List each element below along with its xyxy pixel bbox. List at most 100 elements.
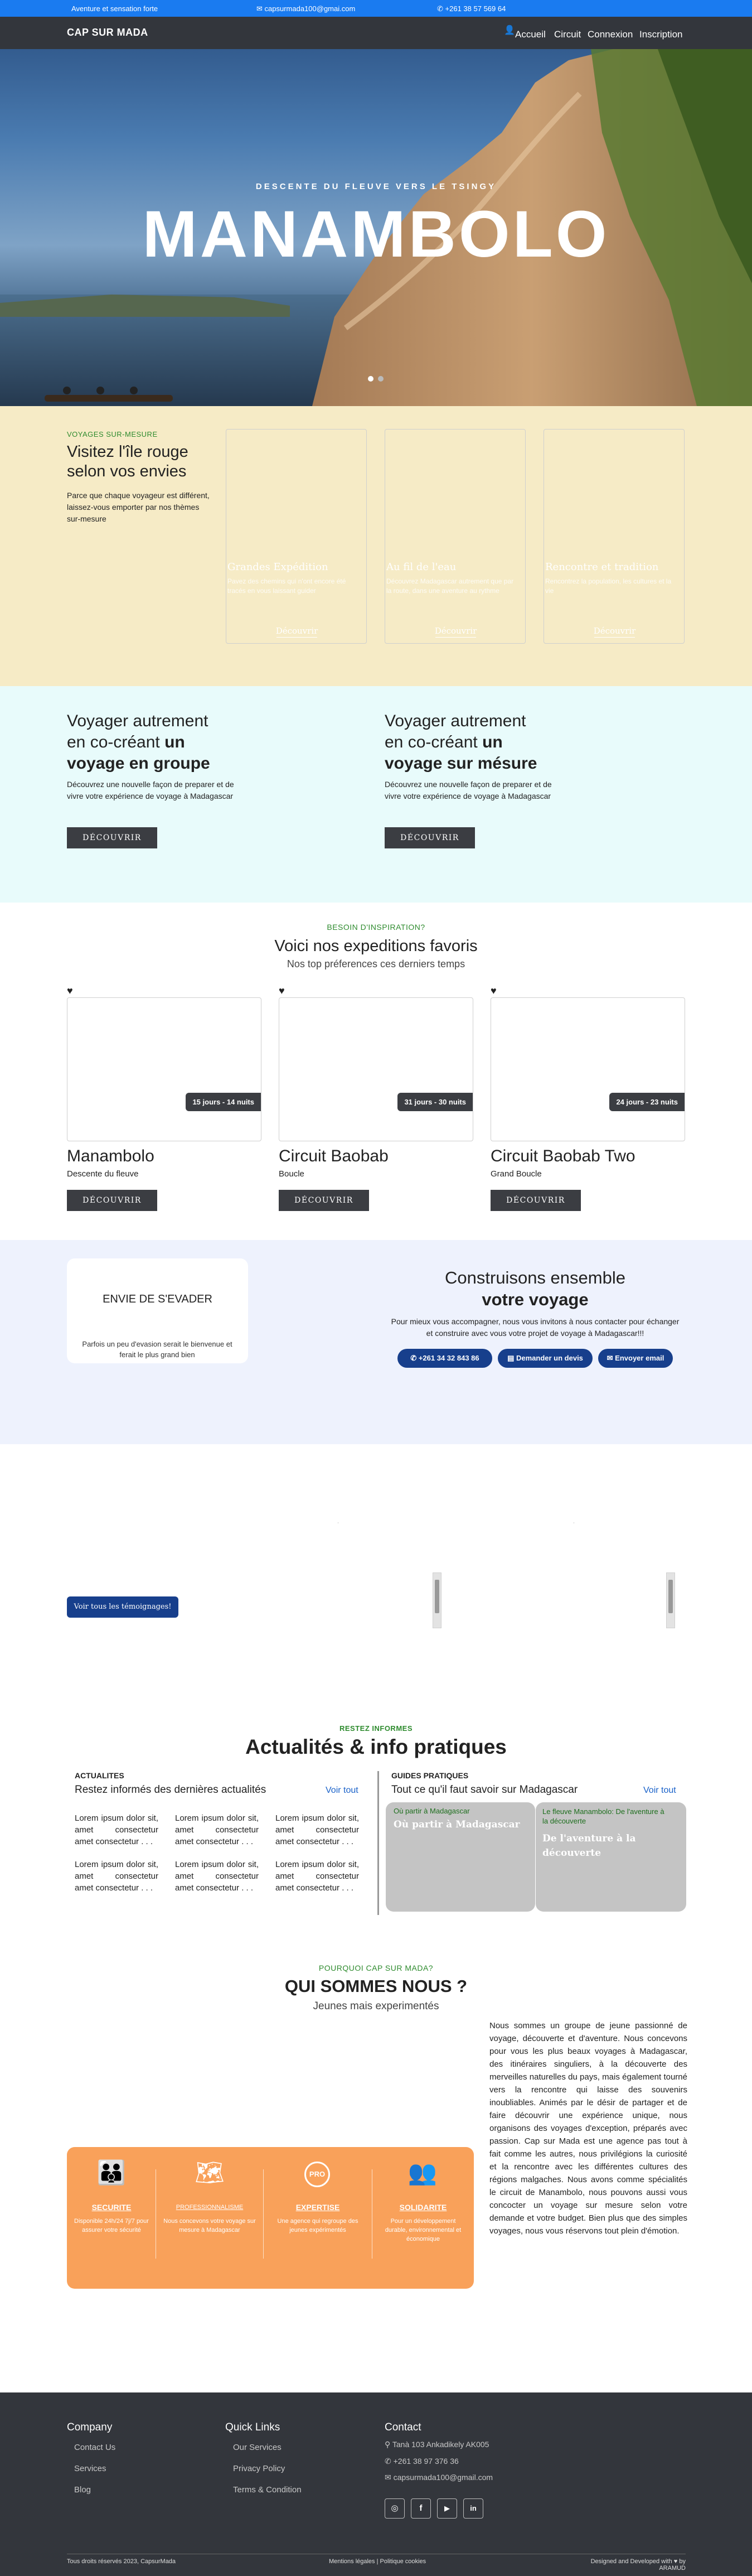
feature-text: Nous concevons votre voyage sur mesure à… [163, 2218, 256, 2234]
themes-section: VOYAGES SUR-MESURE Visitez l'île rouge s… [0, 406, 752, 686]
guide-title: De l'aventure à la découverte [542, 1833, 636, 1859]
footer-company-title: Company [67, 2421, 113, 2433]
travel-line3: voyage sur mésure [385, 754, 537, 773]
footer: Company Contact Us Services Blog Quick L… [0, 2392, 752, 2576]
footer-phone: ✆ +261 38 97 376 36 [385, 2457, 459, 2466]
testimonial-scrollbar[interactable] [666, 1572, 675, 1628]
youtube-icon[interactable]: ▶ [437, 2498, 457, 2519]
news-item[interactable]: Lorem ipsum dolor sit, amet consectetur … [75, 1859, 158, 1894]
testimonial-placeholder [574, 1522, 625, 1523]
phone-info[interactable]: ✆ +261 38 57 569 64 [437, 4, 506, 13]
slider-dot-2[interactable] [378, 376, 384, 382]
linkedin-icon[interactable]: in [463, 2498, 483, 2519]
theme-card-button[interactable]: Découvrir [544, 626, 685, 636]
testimonial-scrollbar[interactable] [433, 1572, 442, 1628]
copyright: Tous droits réservés 2023, CapsurMada [67, 2558, 176, 2565]
guide-title: Où partir à Madagascar [394, 1819, 520, 1830]
hero-subtitle: DESCENTE DU FLEUVE VERS LE TSINGY [255, 182, 497, 191]
favorite-heart-icon[interactable]: ♥ [67, 985, 73, 997]
themes-description: Parce que chaque voyageur est différent,… [67, 491, 210, 523]
news-item[interactable]: Lorem ipsum dolor sit, amet consectetur … [175, 1859, 259, 1894]
about-subtitle: Jeunes mais experimentés [313, 2000, 439, 2012]
footer-link[interactable]: Our Services [233, 2443, 282, 2452]
news-item[interactable]: Lorem ipsum dolor sit, amet consectetur … [275, 1859, 359, 1894]
theme-card-button[interactable]: Découvrir [226, 626, 367, 636]
news-item[interactable]: Lorem ipsum dolor sit, amet consectetur … [275, 1812, 359, 1847]
duration-badge: 24 jours - 23 nuits [609, 1093, 685, 1111]
news-view-all-link[interactable]: Voir tout [326, 1786, 358, 1796]
guide-tag: Le fleuve Manambolo: De l'aventure à la … [542, 1807, 664, 1825]
slider-dot-1[interactable] [368, 376, 373, 382]
favorite-sub: Grand Boucle [491, 1169, 542, 1179]
travel-line2b: un [164, 733, 185, 751]
theme-card-text: Rencontrez la population, les cultures e… [545, 577, 672, 595]
favorite-card-2[interactable]: 31 jours - 30 nuits [279, 997, 473, 1141]
guide-card-1[interactable]: Où partir à Madagascar Où partir à Madag… [386, 1802, 535, 1912]
feature-title: SECURITE [91, 2203, 132, 2212]
scrollbar-thumb[interactable] [435, 1580, 439, 1613]
location-icon: ⚲ [385, 2440, 392, 2449]
phone-button-label: +261 34 32 843 86 [418, 1354, 479, 1362]
favorite-button[interactable]: DÉCOUVRIR [67, 1190, 157, 1211]
phone-icon: ✆ [385, 2457, 394, 2466]
scrollbar-thumb[interactable] [668, 1580, 673, 1613]
nav-accueil[interactable]: Accueil [515, 29, 546, 40]
testimonials-section: Voir tous les témoignages! [0, 1444, 752, 1678]
favorite-card-3[interactable]: 24 jours - 23 nuits [491, 997, 685, 1141]
nav-inscription[interactable]: Inscription [639, 29, 682, 40]
footer-link[interactable]: Blog [74, 2485, 91, 2495]
footer-link[interactable]: Privacy Policy [233, 2464, 285, 2473]
news-actualites-label: ACTUALITES [75, 1771, 124, 1780]
credit: Designed and Developed with ♥ by ARAMUD [590, 2558, 686, 2572]
travel-custom-button[interactable]: DÉCOUVRIR [385, 827, 475, 848]
footer-link[interactable]: Terms & Condition [233, 2485, 302, 2495]
phone-button[interactable]: ✆ +261 34 32 843 86 [397, 1349, 492, 1368]
travel-section: Voyager autrement en co-créant un voyage… [0, 686, 752, 903]
travel-group-button[interactable]: DÉCOUVRIR [67, 827, 157, 848]
email-button-label: Envoyer email [615, 1354, 664, 1362]
email-text: capsurmada100@gmail.com [393, 2473, 493, 2482]
travel-line2b: un [482, 733, 503, 751]
favorite-heart-icon[interactable]: ♥ [279, 985, 285, 997]
quote-button[interactable]: ▤ Demander un devis [498, 1349, 593, 1368]
favorite-button[interactable]: DÉCOUVRIR [279, 1190, 369, 1211]
news-item[interactable]: Lorem ipsum dolor sit, amet consectetur … [175, 1812, 259, 1847]
guide-card-2[interactable]: Le fleuve Manambolo: De l'aventure à la … [536, 1802, 686, 1912]
theme-card-button[interactable]: Découvrir [385, 626, 526, 636]
favorite-card-1[interactable]: 15 jours - 14 nuits [67, 997, 261, 1141]
favorite-button[interactable]: DÉCOUVRIR [491, 1190, 581, 1211]
build-title2: votre voyage [482, 1290, 589, 1309]
email-info[interactable]: ✉ capsurmada100@gmai.com [256, 4, 355, 13]
instagram-icon[interactable]: ◎ [385, 2498, 405, 2519]
nav-circuit[interactable]: Circuit [554, 29, 581, 40]
build-title1: Construisons ensemble [445, 1268, 625, 1287]
footer-quick-title: Quick Links [225, 2421, 280, 2433]
news-label: RESTEZ INFORMES [339, 1724, 413, 1733]
news-item[interactable]: Lorem ipsum dolor sit, amet consectetur … [75, 1812, 158, 1847]
feature-title: SOLIDARITE [399, 2203, 447, 2212]
theme-card-3[interactable]: Rencontre et tradition Rencontrez la pop… [544, 429, 685, 644]
all-testimonials-button[interactable]: Voir tous les témoignages! [67, 1596, 178, 1618]
contact-cta-section: ENVIE DE S'EVADER Parfois un peu d'evasi… [0, 1240, 752, 1444]
address-text: Tanà 103 Ankadikely AK005 [392, 2440, 489, 2449]
legal-links[interactable]: Mentions légales | Politique cookies [329, 2558, 426, 2565]
footer-link[interactable]: Contact Us [74, 2443, 115, 2452]
theme-card-1[interactable]: Grandes Expédition Pavez des chemins qui… [226, 429, 367, 644]
phone-text: +261 38 97 376 36 [393, 2457, 459, 2466]
guide-tag: Où partir à Madagascar [394, 1807, 470, 1815]
facebook-icon[interactable]: f [411, 2498, 431, 2519]
footer-link[interactable]: Services [74, 2464, 106, 2473]
build-text: Pour mieux vous accompagner, nous vous i… [391, 1317, 680, 1338]
map-icon: 🗺 [195, 2159, 225, 2186]
phone-icon: ✆ [437, 4, 443, 13]
email-button[interactable]: ✉ Envoyer email [598, 1349, 673, 1368]
guides-view-all-link[interactable]: Voir tout [643, 1786, 676, 1796]
travel-line2: en co-créant un [385, 732, 563, 753]
theme-card-2[interactable]: Au fil de l'eau Découvrez Madagascar aut… [385, 429, 526, 644]
theme-card-title: Grandes Expédition [227, 561, 328, 573]
news-actualites-title: Restez informés des dernières actualités [75, 1784, 266, 1796]
nav-connexion[interactable]: Connexion [588, 29, 633, 40]
brand-logo[interactable]: CAP SUR MADA [67, 27, 148, 38]
favorite-heart-icon[interactable]: ♥ [491, 985, 497, 997]
feature-text: Disponible 24h/24 7j/7 pour assurer votr… [74, 2218, 149, 2234]
